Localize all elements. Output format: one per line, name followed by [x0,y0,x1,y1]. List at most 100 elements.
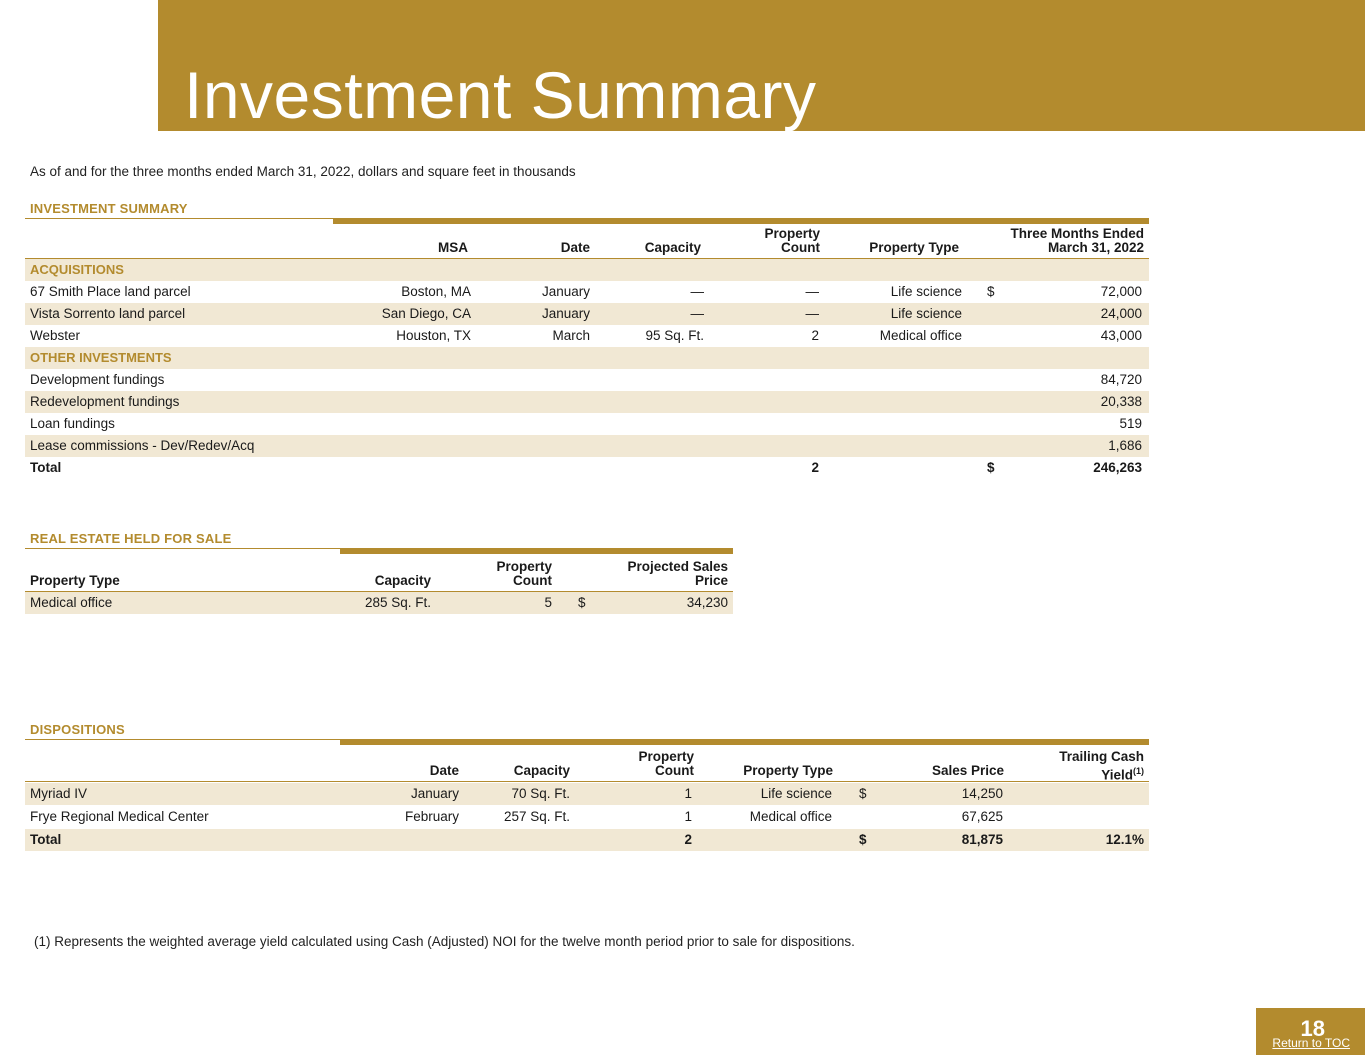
row-count: 1 [684,809,692,824]
header-capacity: Capacity [644,240,701,255]
row-count: — [805,306,820,321]
header-property-type: Property Type [743,763,833,778]
acquisitions-group-row: ACQUISITIONS [25,259,1149,281]
total-amount: 246,263 [1093,460,1142,475]
row-price: 34,230 [686,595,728,610]
table-row: Webster Houston, TX March 95 Sq. Ft. 2 M… [25,325,1149,347]
page-subtitle: As of and for the three months ended Mar… [30,164,576,179]
row-name: Loan fundings [30,416,115,431]
row-msa: Houston, TX [396,328,471,343]
row-date: March [552,328,590,343]
header-property-type: Property Type [30,573,120,588]
row-amount: 72,000 [1100,284,1142,299]
section-rule [25,739,340,740]
header-property-type: Property Type [869,240,959,255]
dispositions-title: DISPOSITIONS [30,722,125,737]
row-price: 14,250 [961,786,1003,801]
header-count-line2: Count [655,763,694,778]
row-type: Medical office [879,328,962,343]
row-date: January [410,786,459,801]
total-label: Total [30,460,62,475]
table-row: Loan fundings 519 [25,413,1149,435]
row-currency: $ [578,595,586,610]
row-price: 67,625 [961,809,1003,824]
page-number-box: 18 Return to TOC [1256,1008,1365,1055]
row-amount: 24,000 [1100,306,1142,321]
header-msa: MSA [438,240,468,255]
header-count-line1: Property [638,749,694,764]
row-capacity: 70 Sq. Ft. [511,786,570,801]
table-row: Frye Regional Medical Center February 25… [25,806,1149,828]
row-capacity: — [690,306,705,321]
header-count-line2: Count [781,240,820,255]
header-capacity: Capacity [374,573,431,588]
row-date: January [541,306,590,321]
investment-summary-title: INVESTMENT SUMMARY [30,201,188,216]
row-date: February [404,809,459,824]
row-name: Myriad IV [30,786,88,801]
header-date: Date [560,240,590,255]
acquisitions-label: ACQUISITIONS [30,262,124,277]
row-type: Medical office [30,595,113,610]
header-period-line1: Three Months Ended [1010,226,1144,241]
row-date: January [541,284,590,299]
total-count: 2 [811,460,819,475]
section-rule [25,218,333,219]
row-name: Lease commissions - Dev/Redev/Acq [30,438,255,453]
row-currency: $ [859,786,867,801]
table-row: Development fundings 84,720 [25,369,1149,391]
return-to-toc-link[interactable]: Return to TOC [1272,1036,1350,1050]
header-period-line2: March 31, 2022 [1047,240,1144,255]
row-count: 2 [811,328,819,343]
total-count: 2 [684,832,692,847]
header-capacity: Capacity [513,763,570,778]
held-for-sale-title: REAL ESTATE HELD FOR SALE [30,531,232,546]
title-banner: Investment Summary [158,0,1365,131]
header-yield-line2: Yield(1) [1020,764,1144,783]
row-name: Redevelopment fundings [30,394,180,409]
row-amount: 43,000 [1100,328,1142,343]
other-investments-group-row: OTHER INVESTMENTS [25,347,1149,369]
footnote: (1) Represents the weighted average yiel… [34,934,855,949]
total-currency: $ [859,832,867,847]
row-msa: Boston, MA [401,284,471,299]
footnote-marker: (1) [1133,766,1144,776]
header-date: Date [429,763,459,778]
table-row: 67 Smith Place land parcel Boston, MA Ja… [25,281,1149,303]
row-name: Development fundings [30,372,165,387]
table-row: Myriad IV January 70 Sq. Ft. 1 Life scie… [25,783,1149,805]
row-amount: 84,720 [1100,372,1142,387]
row-name: 67 Smith Place land parcel [30,284,191,299]
header-rule [25,781,1149,782]
section-rule-thick [333,218,1149,224]
total-row: Total 2 $ 81,875 12.1% [25,829,1149,851]
row-currency: $ [987,284,995,299]
total-label: Total [30,832,62,847]
table-row: Vista Sorrento land parcel San Diego, CA… [25,303,1149,325]
row-capacity: 95 Sq. Ft. [645,328,704,343]
row-count: — [805,284,820,299]
row-count: 1 [684,786,692,801]
header-yield-line1: Trailing Cash [1059,749,1144,764]
header-price-line1: Projected Sales [627,559,728,574]
row-capacity: 257 Sq. Ft. [503,809,570,824]
row-type: Life science [890,306,962,321]
section-rule [25,548,340,549]
row-name: Webster [30,328,81,343]
section-rule-thick [340,548,733,554]
row-amount: 1,686 [1108,438,1142,453]
row-capacity: 285 Sq. Ft. [364,595,431,610]
total-row: Total 2 $ 246,263 [25,457,1149,479]
row-msa: San Diego, CA [381,306,471,321]
table-row: Medical office 285 Sq. Ft. 5 $ 34,230 [25,592,733,614]
row-type: Life science [760,786,832,801]
header-count-line1: Property [764,226,820,241]
row-type: Life science [890,284,962,299]
row-name: Vista Sorrento land parcel [30,306,186,321]
table-row: Redevelopment fundings 20,338 [25,391,1149,413]
row-amount: 519 [1119,416,1142,431]
total-price: 81,875 [961,832,1003,847]
total-yield: 12.1% [1105,832,1144,847]
page-title: Investment Summary [184,58,817,132]
other-investments-label: OTHER INVESTMENTS [30,350,172,365]
